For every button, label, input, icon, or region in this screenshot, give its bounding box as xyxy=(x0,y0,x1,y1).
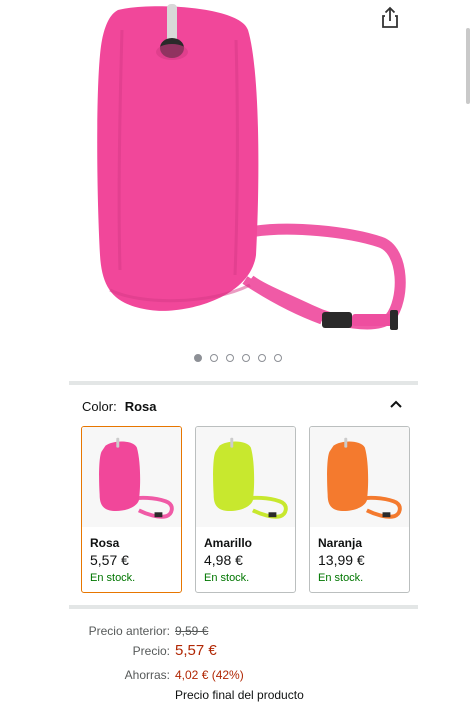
price-value: 5,57 € xyxy=(175,642,217,659)
color-option-name: Amarillo xyxy=(204,536,253,550)
final-price-note: Precio final del producto xyxy=(175,688,304,702)
swatch-image-rosa xyxy=(82,427,181,527)
section-divider xyxy=(69,605,418,609)
price-label: Precio: xyxy=(132,644,170,658)
product-image[interactable] xyxy=(60,0,420,345)
color-selector-header[interactable]: Color: Rosa xyxy=(82,396,404,416)
pager-dot[interactable] xyxy=(257,354,266,362)
chevron-up-icon[interactable] xyxy=(388,397,404,413)
color-option-name: Naranja xyxy=(318,536,363,550)
color-option-stock: En stock. xyxy=(90,572,136,584)
product-gallery[interactable] xyxy=(0,0,475,372)
color-option-price: 13,99 € xyxy=(318,552,365,568)
color-option-name: Rosa xyxy=(90,536,120,550)
pager-dot[interactable] xyxy=(241,354,250,362)
previous-price-label: Precio anterior: xyxy=(88,624,170,638)
section-divider xyxy=(69,381,418,385)
pager-dot[interactable] xyxy=(225,354,234,362)
image-pager-dots xyxy=(0,354,475,362)
color-option-stock: En stock. xyxy=(318,572,364,584)
color-options: Rosa 5,57 € En stock. Amarillo 4,98 € En… xyxy=(81,426,410,593)
color-option-rosa[interactable]: Rosa 5,57 € En stock. xyxy=(81,426,182,593)
pager-dot[interactable] xyxy=(273,354,282,362)
scrollbar-thumb[interactable] xyxy=(466,28,470,104)
color-option-price: 5,57 € xyxy=(90,552,129,568)
color-label: Color: xyxy=(82,398,117,414)
pager-dot[interactable] xyxy=(193,354,202,362)
pager-dot[interactable] xyxy=(209,354,218,362)
previous-price-value: 9,59 € xyxy=(175,624,209,638)
color-option-price: 4,98 € xyxy=(204,552,243,568)
selected-color-value: Rosa xyxy=(124,398,157,414)
color-option-amarillo[interactable]: Amarillo 4,98 € En stock. xyxy=(195,426,296,593)
swatch-image-naranja xyxy=(310,427,409,527)
share-icon[interactable] xyxy=(376,4,404,32)
color-option-stock: En stock. xyxy=(204,572,250,584)
swatch-image-amarillo xyxy=(196,427,295,527)
color-option-naranja[interactable]: Naranja 13,99 € En stock. xyxy=(309,426,410,593)
savings-label: Ahorras: xyxy=(124,668,170,682)
savings-value: 4,02 € (42%) xyxy=(175,668,244,682)
